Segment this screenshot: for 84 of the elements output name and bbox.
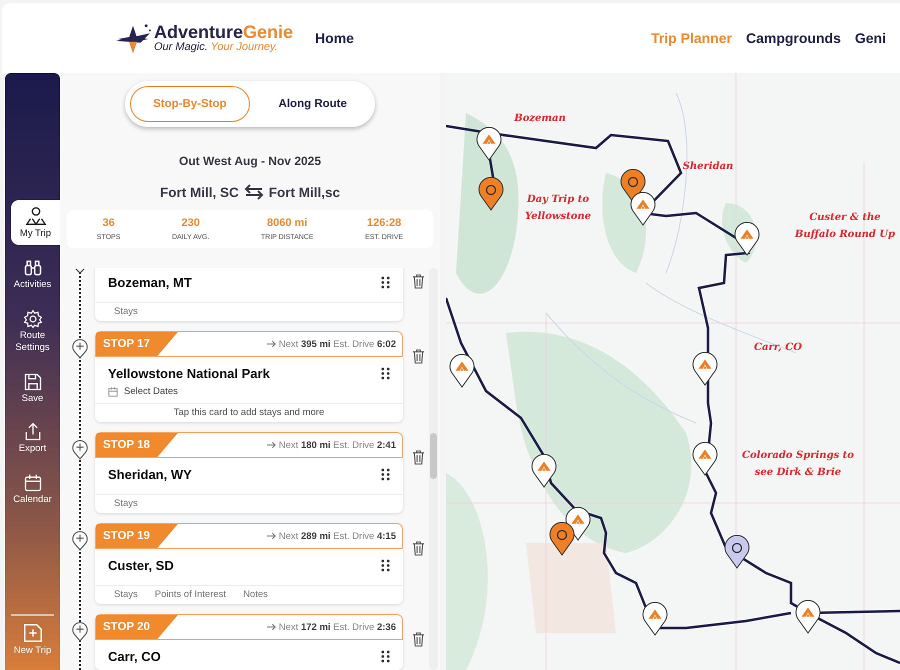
map-note: Carr, CO: [753, 341, 803, 355]
add-page-icon: [22, 622, 44, 644]
trash-icon[interactable]: [412, 274, 424, 289]
stop-name: Bozeman, MT: [108, 275, 192, 290]
stop-card[interactable]: STOP 20 Next 172 mi Est. Drive 2:36 Carr, CO: [95, 614, 403, 670]
add-stop-icon[interactable]: [71, 529, 89, 551]
map-note: Custer & the Buffalo Round Up: [794, 211, 896, 242]
sidebar-item[interactable]: Calendar: [5, 468, 60, 512]
stat-value: 126:28: [367, 217, 402, 229]
sidebar-item[interactable]: My Trip: [11, 200, 60, 245]
stop-number: STOP 18: [96, 433, 178, 457]
binoculars-icon: [22, 258, 42, 278]
stop-number: STOP 17: [96, 332, 178, 356]
view-tab[interactable]: Along Route: [256, 86, 370, 122]
genie-logo-icon: [114, 22, 152, 54]
card-tab[interactable]: Stays: [114, 498, 138, 509]
drag-handle-icon[interactable]: [381, 559, 390, 572]
stop-name: Sheridan, WY: [108, 467, 192, 482]
sidebar-item[interactable]: Save: [5, 366, 60, 410]
card-tab[interactable]: Points of Interest: [154, 589, 226, 600]
drag-handle-icon[interactable]: [381, 276, 390, 289]
stop-card[interactable]: STOP 17 Next 395 mi Est. Drive 6:02 Yellowstone National Park Select Dates Tap this card to add stays and more: [95, 331, 403, 422]
tagline-accent: Your Journey.: [210, 41, 278, 53]
map-note: Sheridan: [682, 160, 734, 174]
map-note: Bozeman: [513, 112, 567, 126]
trip-title: Out West Aug - Nov 2025: [178, 154, 322, 168]
add-stop-icon[interactable]: [71, 337, 89, 359]
stop-number: STOP 19: [96, 524, 178, 548]
sidebar-item[interactable]: Export: [5, 417, 60, 460]
brand-name-accent: Genie: [243, 22, 294, 42]
drag-handle-icon[interactable]: [381, 468, 390, 481]
route-map[interactable]: Bozeman Day Trip to Yellowstone Sheridan Custer & the Buffalo Round Up Carr, CO Colorado Springs to see Dirk & Brie: [446, 73, 900, 670]
next-distance: Next 395 mi Est. Drive 6:02: [278, 338, 396, 350]
stop-card[interactable]: STOP 19 Next 289 mi Est. Drive 4:15 Custer, SD Stays Points of Interest Notes: [95, 523, 403, 604]
stat-value: 36: [102, 217, 115, 229]
calendar-icon: [108, 386, 118, 396]
destination-city: Fort Mill,sc: [268, 184, 340, 200]
arrow-right-icon: [266, 623, 276, 631]
sidebar-item[interactable]: Activities: [5, 252, 60, 296]
arrow-right-icon: [266, 340, 276, 348]
nav-link[interactable]: Home: [315, 30, 354, 46]
map-person-icon: [24, 205, 46, 227]
stat-value: 8060 mi: [267, 217, 308, 229]
stop-name: Custer, SD: [108, 558, 174, 573]
stop-card[interactable]: STOP 18 Next 180 mi Est. Drive 2:41 Sheridan, WY Stays: [95, 432, 403, 513]
map-note: Colorado Springs to see Dirk & Brie: [741, 449, 855, 480]
card-tab[interactable]: Stays: [114, 589, 138, 600]
origin-city: Fort Mill, SC: [160, 184, 239, 200]
settings-icon: [22, 308, 42, 329]
swap-arrows-icon: [244, 184, 264, 200]
drag-handle-icon[interactable]: [381, 650, 390, 663]
next-distance: Next 172 mi Est. Drive 2:36: [278, 622, 396, 632]
sidebar-item[interactable]: Route Settings: [5, 304, 60, 358]
stop-card[interactable]: Bozeman, MT Stays: [95, 268, 403, 321]
stop-name: Yellowstone National Park: [108, 366, 270, 381]
trash-icon[interactable]: [412, 541, 424, 556]
card-tab[interactable]: Stays: [114, 306, 138, 317]
stop-number: STOP 20: [96, 615, 178, 639]
export-icon: [22, 422, 42, 442]
map-note: Day Trip to Yellowstone: [524, 193, 592, 224]
add-stop-icon[interactable]: [71, 620, 89, 642]
card-tab[interactable]: Notes: [243, 589, 268, 600]
trash-icon[interactable]: [412, 450, 424, 465]
save-icon: [22, 372, 42, 392]
stop-name: Carr, CO: [108, 649, 161, 664]
nav-link[interactable]: Campgrounds: [746, 30, 841, 46]
arrow-right-icon: [266, 441, 276, 449]
select-dates-link[interactable]: Select Dates: [124, 386, 178, 397]
calendar-icon: [22, 473, 42, 494]
brand-name: Adventure: [154, 22, 244, 42]
nav-link[interactable]: Geni: [854, 30, 886, 46]
arrow-right-icon: [266, 532, 276, 540]
card-hint: Tap this card to add stays and more: [95, 403, 403, 422]
tagline: Our Magic.: [154, 41, 208, 53]
next-distance: Next 289 mi Est. Drive 4:15: [278, 530, 396, 542]
stat-value: 230: [181, 217, 200, 229]
trash-icon[interactable]: [412, 349, 424, 364]
logo[interactable]: AdventureGenie Our Magic. Your Journey.: [114, 22, 294, 54]
next-distance: Next 180 mi Est. Drive 2:41: [278, 440, 396, 450]
scrollbar-thumb[interactable]: [430, 433, 437, 479]
chevron-down-icon: [75, 268, 85, 274]
drag-handle-icon[interactable]: [381, 367, 390, 380]
add-stop-icon[interactable]: [71, 438, 89, 460]
trash-icon[interactable]: [412, 632, 424, 647]
